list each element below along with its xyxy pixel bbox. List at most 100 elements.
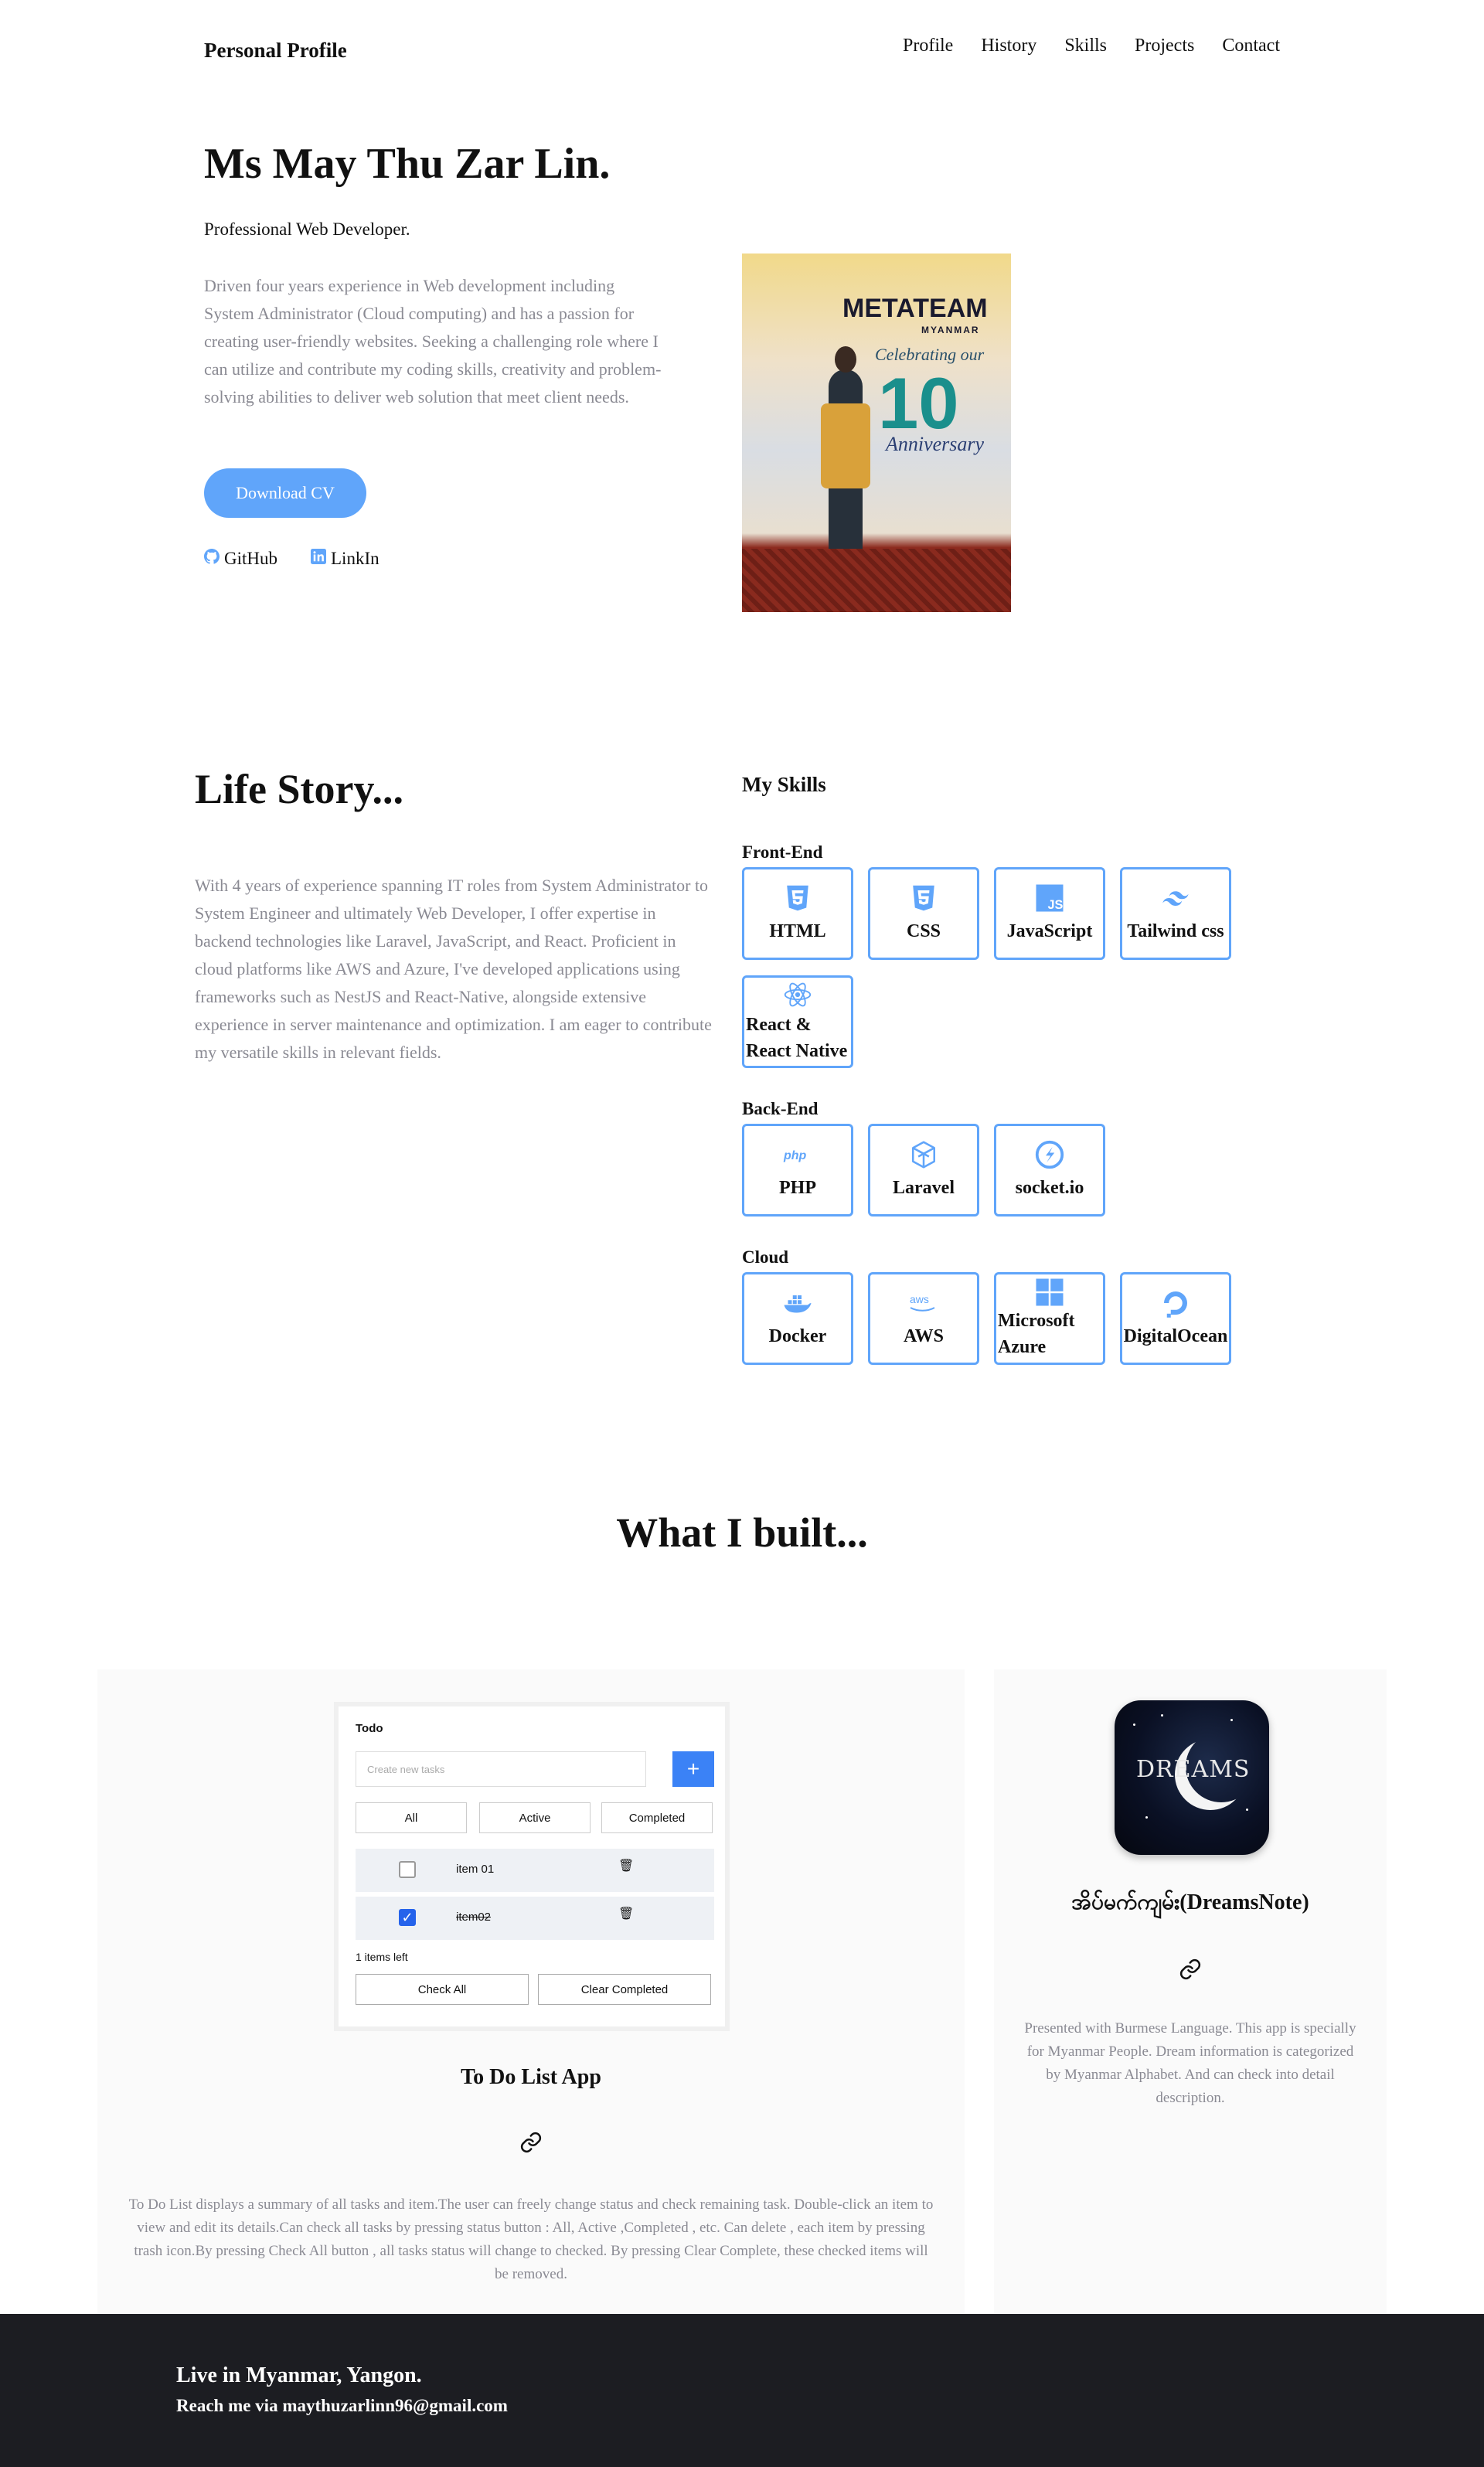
project-card-todo: Todo Create new tasks + All Active Compl… [97, 1669, 965, 2316]
tailwind-icon [1160, 883, 1191, 914]
download-cv-button[interactable]: Download CV [204, 468, 366, 518]
skill-card-javascript: JS JavaScript [994, 867, 1105, 960]
php-icon: php [782, 1139, 813, 1170]
svg-text:JS: JS [1048, 898, 1064, 912]
socketio-icon [1034, 1139, 1065, 1170]
react-icon [782, 979, 813, 1010]
todo-clear-completed-button: Clear Completed [538, 1974, 711, 2005]
project-card-dreamsnote: DREAMS အိပ်မက်ကျမ်း(DreamsNote) Presente… [994, 1669, 1387, 2316]
dreamsnote-icon-text: DREAMS [1136, 1756, 1251, 1783]
svg-text:aws: aws [910, 1293, 929, 1305]
todo-items-left: 1 items left [356, 1951, 408, 1963]
skill-card-html: HTML [742, 867, 853, 960]
windows-icon [1034, 1277, 1065, 1308]
linkedin-label: LinkIn [331, 549, 380, 568]
javascript-icon: JS [1034, 883, 1065, 914]
hero-description: Driven four years experience in Web deve… [204, 276, 662, 407]
skills-title: My Skills [742, 773, 826, 796]
brand-title: Personal Profile [204, 39, 347, 62]
footer-location: Live in Myanmar, Yangon. [176, 2363, 422, 2387]
photo-person [821, 346, 870, 570]
todo-checkbox [399, 1861, 416, 1878]
skill-card-docker: Docker [742, 1272, 853, 1365]
footer-contact: Reach me via maythuzarlinn96@gmail.com [176, 2396, 508, 2415]
project-title: အိပ်မက်ကျမ်း(DreamsNote) [1071, 1890, 1309, 1914]
nav-history[interactable]: History [981, 36, 1036, 56]
project-description: Presented with Burmese Language. This ap… [1024, 2020, 1356, 2106]
skill-card-php: php PHP [742, 1124, 853, 1216]
todo-filter-completed: Completed [601, 1802, 713, 1833]
aws-icon: aws [908, 1288, 939, 1319]
todo-add-button: + [672, 1751, 714, 1787]
todo-checkbox-checked: ✓ [399, 1909, 416, 1926]
todo-filter-active: Active [479, 1802, 591, 1833]
todo-new-task-input: Create new tasks [356, 1751, 646, 1787]
nav-contact[interactable]: Contact [1222, 36, 1280, 56]
skills-category-cloud: Cloud [742, 1247, 789, 1267]
dreamsnote-app-icon: DREAMS [1115, 1700, 1269, 1855]
todo-check-all-button: Check All [356, 1974, 529, 2005]
project-title: To Do List App [461, 2065, 601, 2089]
svg-text:php: php [783, 1149, 807, 1162]
skill-card-aws: aws AWS [868, 1272, 979, 1365]
digitalocean-icon [1160, 1288, 1191, 1319]
skills-category-backend: Back-End [742, 1099, 819, 1118]
html5-icon [782, 883, 813, 914]
skills-category-frontend: Front-End [742, 842, 823, 862]
project-link[interactable] [1175, 1955, 1206, 1986]
nav-skills[interactable]: Skills [1064, 36, 1107, 56]
skill-label: HTML [769, 921, 826, 941]
github-label: GitHub [224, 549, 277, 568]
skill-card-digitalocean: DigitalOcean [1120, 1272, 1231, 1365]
skill-label: PHP [779, 1178, 816, 1198]
laravel-icon [908, 1139, 939, 1170]
photo-floor [742, 549, 1011, 612]
skill-label: React & React Native [746, 1015, 848, 1061]
skill-label: CSS [906, 921, 941, 941]
css3-icon [908, 883, 939, 914]
skill-label: Laravel [893, 1178, 955, 1198]
github-icon [204, 549, 220, 569]
skill-card-laravel: Laravel [868, 1124, 979, 1216]
docker-icon [782, 1288, 813, 1319]
nav-profile[interactable]: Profile [903, 36, 953, 56]
skill-label: Tailwind css [1127, 921, 1224, 941]
photo-banner-text: METATEAM [842, 294, 988, 323]
link-icon [519, 2131, 543, 2158]
skill-label: socket.io [1015, 1178, 1084, 1198]
skill-label: Microsoft Azure [998, 1311, 1075, 1357]
linkedin-icon [311, 549, 326, 569]
todo-filter-all: All [356, 1802, 467, 1833]
skill-card-azure: Microsoft Azure [994, 1272, 1105, 1365]
profile-photo: METATEAM MYANMAR Celebrating our 10 Anni… [742, 254, 1011, 612]
hero-name: Ms May Thu Zar Lin. [204, 140, 611, 188]
footer: Live in Myanmar, Yangon. Reach me via ma… [0, 2314, 1484, 2467]
photo-banner-subtext: MYANMAR [921, 325, 980, 335]
skill-card-css: CSS [868, 867, 979, 960]
skill-card-react: React & React Native [742, 975, 853, 1068]
skill-label: DigitalOcean [1123, 1326, 1228, 1346]
skill-card-tailwind: Tailwind css [1120, 867, 1231, 960]
projects-title: What I built... [616, 1509, 868, 1556]
todo-task-row: item 01 🗑 [356, 1849, 714, 1892]
project-link[interactable] [516, 2128, 546, 2159]
link-icon [1179, 1958, 1202, 1985]
life-story-title: Life Story... [195, 766, 403, 812]
skill-label: JavaScript [1006, 921, 1093, 941]
todo-app-screenshot: Todo Create new tasks + All Active Compl… [334, 1702, 730, 2031]
project-description: To Do List displays a summary of all tas… [128, 2196, 934, 2282]
life-story-text: With 4 years of experience spanning IT r… [195, 876, 712, 1062]
github-link[interactable]: GitHub [204, 549, 277, 569]
trash-icon: 🗑 [618, 1860, 635, 1873]
todo-title: Todo [356, 1722, 383, 1735]
hero-role: Professional Web Developer. [204, 219, 410, 239]
todo-task-label: item02 [456, 1911, 492, 1924]
linkedin-link[interactable]: LinkIn [311, 549, 380, 569]
skill-label: Docker [768, 1326, 827, 1346]
todo-task-row: ✓ item02 🗑 [356, 1897, 714, 1940]
skill-label: AWS [903, 1326, 945, 1346]
skill-card-socketio: socket.io [994, 1124, 1105, 1216]
nav-projects[interactable]: Projects [1135, 36, 1194, 56]
main-nav: Profile History Skills Projects Contact [903, 36, 1280, 56]
photo-anniversary-text: Anniversary [886, 433, 985, 455]
